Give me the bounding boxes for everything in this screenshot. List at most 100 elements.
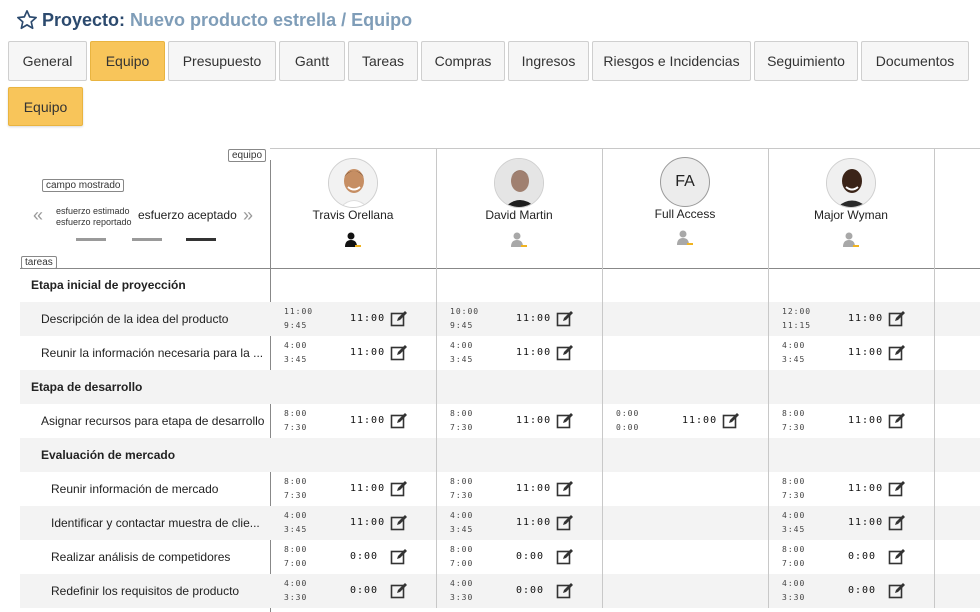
edit-icon[interactable] [556, 412, 574, 430]
effort-cell: 8:00 7:30 11:00 [436, 404, 602, 438]
effort-cell: 8:00 7:30 11:00 [768, 404, 934, 438]
edit-icon[interactable] [556, 480, 574, 498]
reported-effort: 7:30 [782, 423, 806, 432]
edit-icon[interactable] [390, 514, 408, 532]
next-field-arrow[interactable]: » [243, 206, 253, 224]
avatar[interactable] [826, 158, 876, 208]
reported-effort: 7:30 [284, 491, 308, 500]
estimated-effort: 4:00 [782, 341, 806, 350]
edit-icon[interactable] [556, 344, 574, 362]
avatar-photo-icon [827, 159, 875, 207]
edit-icon[interactable] [888, 480, 906, 498]
edit-icon[interactable] [888, 548, 906, 566]
task-title[interactable]: Reunir información de mercado [51, 472, 266, 506]
assigned-user-icon[interactable] [344, 232, 362, 248]
accepted-effort: 11:00 [350, 483, 386, 494]
edit-icon[interactable] [556, 582, 574, 600]
task-title[interactable]: Asignar recursos para etapa de desarroll… [41, 404, 266, 438]
edit-icon[interactable] [888, 310, 906, 328]
avatar-initials[interactable]: FA [660, 157, 710, 207]
cell-divider [934, 438, 935, 472]
edit-icon[interactable] [722, 412, 740, 430]
tab-general[interactable]: General [8, 41, 87, 81]
user-icon[interactable] [510, 232, 528, 248]
campo-mostrado-tag: campo mostrado [42, 179, 125, 192]
tab-riesgos[interactable]: Riesgos e Incidencias [592, 41, 751, 81]
tab-compras[interactable]: Compras [421, 41, 505, 81]
effort-cell: 4:00 3:30 0:00 [768, 574, 934, 608]
edit-icon[interactable] [390, 344, 408, 362]
accepted-effort: 0:00 [350, 585, 379, 596]
estimated-effort: 4:00 [450, 579, 474, 588]
reported-effort: 7:00 [782, 559, 806, 568]
cell-divider [436, 438, 437, 472]
accepted-effort: 11:00 [848, 347, 884, 358]
tab-equipo[interactable]: Equipo [90, 41, 165, 81]
task-title[interactable]: Descripción de la idea del producto [41, 302, 266, 336]
edit-icon[interactable] [888, 412, 906, 430]
task-title[interactable]: Etapa de desarrollo [31, 370, 266, 404]
edit-icon[interactable] [556, 514, 574, 532]
task-title[interactable]: Redefinir los requisitos de producto [51, 574, 266, 608]
effort-cell: 4:00 3:30 0:00 [436, 574, 602, 608]
prev-field-arrow[interactable]: « [33, 206, 43, 224]
tab-presupuesto[interactable]: Presupuesto [168, 41, 276, 81]
estimated-effort: 8:00 [450, 545, 474, 554]
accepted-effort: 11:00 [350, 313, 386, 324]
effort-cell: 8:00 7:30 11:00 [436, 472, 602, 506]
estimated-effort: 11:00 [284, 307, 314, 316]
tab-tareas[interactable]: Tareas [348, 41, 418, 81]
effort-cell: 8:00 7:30 11:00 [270, 472, 436, 506]
reported-effort: 7:30 [450, 423, 474, 432]
edit-icon[interactable] [556, 310, 574, 328]
avatar[interactable] [494, 158, 544, 208]
tab-documentos[interactable]: Documentos [861, 41, 969, 81]
effort-cell: 4:00 3:45 11:00 [270, 506, 436, 540]
accepted-effort: 11:00 [350, 517, 386, 528]
effort-cell: 4:00 3:30 0:00 [270, 574, 436, 608]
edit-icon[interactable] [390, 548, 408, 566]
edit-icon[interactable] [888, 514, 906, 532]
task-title[interactable]: Realizar análisis de competidores [51, 540, 266, 574]
tab-gantt[interactable]: Gantt [279, 41, 345, 81]
edit-icon[interactable] [556, 548, 574, 566]
accepted-effort: 11:00 [682, 415, 718, 426]
page-title-path[interactable]: Nuevo producto estrella / Equipo [130, 10, 412, 31]
effort-cell: 8:00 7:00 0:00 [768, 540, 934, 574]
cell-divider [934, 268, 935, 302]
edit-icon[interactable] [888, 344, 906, 362]
user-icon[interactable] [842, 232, 860, 248]
accepted-effort: 11:00 [350, 415, 386, 426]
estimated-effort: 8:00 [450, 409, 474, 418]
estimated-effort: 4:00 [782, 511, 806, 520]
accepted-effort: 11:00 [848, 517, 884, 528]
member-column: FA Full Access [602, 148, 768, 268]
effort-cell: 8:00 7:00 0:00 [270, 540, 436, 574]
estimated-effort: 8:00 [782, 477, 806, 486]
cell-divider [934, 506, 935, 540]
user-icon[interactable] [676, 230, 694, 246]
edit-icon[interactable] [390, 480, 408, 498]
task-title[interactable]: Reunir la información necesaria para la … [41, 336, 266, 370]
cell-divider [768, 268, 769, 302]
task-title[interactable]: Identificar y contactar muestra de clie.… [51, 506, 266, 540]
task-row: Identificar y contactar muestra de clie.… [20, 506, 980, 540]
task-title[interactable]: Etapa inicial de proyección [31, 268, 266, 302]
reported-effort: 0:00 [616, 423, 640, 432]
page-title-label: Proyecto: [42, 9, 126, 30]
edit-icon[interactable] [390, 310, 408, 328]
edit-icon[interactable] [390, 582, 408, 600]
tab-seguimiento[interactable]: Seguimiento [754, 41, 858, 81]
task-title[interactable]: Evaluación de mercado [41, 438, 266, 472]
cell-divider [934, 336, 935, 370]
member-name: Travis Orellana [312, 208, 394, 222]
tab-ingresos[interactable]: Ingresos [508, 41, 589, 81]
edit-icon[interactable] [390, 412, 408, 430]
star-icon[interactable] [16, 9, 38, 31]
estimated-effort: 4:00 [284, 579, 308, 588]
accepted-effort: 11:00 [848, 415, 884, 426]
avatar[interactable] [328, 158, 378, 208]
edit-icon[interactable] [888, 582, 906, 600]
subtab-equipo[interactable]: Equipo [8, 87, 83, 126]
reported-effort: 7:00 [284, 559, 308, 568]
